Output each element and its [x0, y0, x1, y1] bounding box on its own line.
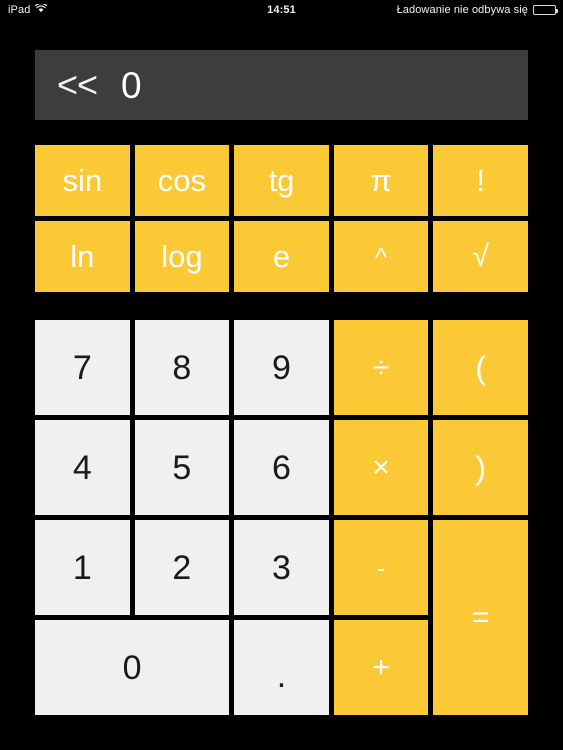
- digit-5-key[interactable]: 5: [134, 420, 230, 515]
- digit-8-key[interactable]: 8: [134, 320, 230, 415]
- equals-key[interactable]: =: [433, 520, 528, 715]
- open-paren-key[interactable]: (: [433, 320, 528, 415]
- digit-3-key[interactable]: 3: [234, 520, 329, 615]
- digit-1-key[interactable]: 1: [35, 520, 130, 615]
- calculator-display: << 0: [35, 50, 528, 120]
- status-bar-right: Ładowanie nie odbywa się: [396, 4, 558, 16]
- digit-9-key[interactable]: 9: [234, 320, 329, 415]
- digit-0-key[interactable]: 0: [35, 620, 230, 715]
- battery-status-label: Ładowanie nie odbywa się: [396, 4, 528, 16]
- calculator-app: iPad 14:51 Ładowanie nie odbywa się << 0…: [0, 0, 563, 750]
- cos-key[interactable]: cos: [134, 145, 230, 216]
- factorial-key[interactable]: !: [433, 145, 528, 216]
- divide-key[interactable]: ÷: [333, 320, 429, 415]
- log-key[interactable]: log: [134, 221, 230, 292]
- decimal-point-key[interactable]: .: [234, 620, 329, 715]
- digit-7-key[interactable]: 7: [35, 320, 130, 415]
- minus-key[interactable]: -: [333, 520, 429, 615]
- battery-icon: [533, 5, 558, 15]
- close-paren-key[interactable]: ): [433, 420, 528, 515]
- digit-4-key[interactable]: 4: [35, 420, 130, 515]
- sin-key[interactable]: sin: [35, 145, 130, 216]
- number-keypad: 7 8 9 ÷ ( 4 5 6 × ) 1 2 3 - = 0 . +: [35, 320, 528, 715]
- backspace-button[interactable]: <<: [57, 67, 98, 103]
- digit-2-key[interactable]: 2: [134, 520, 230, 615]
- euler-key[interactable]: e: [234, 221, 329, 292]
- natural-log-key[interactable]: ln: [35, 221, 130, 292]
- status-bar: iPad 14:51 Ładowanie nie odbywa się: [0, 0, 563, 20]
- tangent-key[interactable]: tg: [234, 145, 329, 216]
- pi-key[interactable]: π: [333, 145, 429, 216]
- display-value: 0: [121, 64, 142, 106]
- power-key[interactable]: ^: [333, 221, 429, 292]
- plus-key[interactable]: +: [333, 620, 429, 715]
- digit-6-key[interactable]: 6: [234, 420, 329, 515]
- multiply-key[interactable]: ×: [333, 420, 429, 515]
- square-root-key[interactable]: √: [433, 221, 528, 292]
- function-keypad: sin cos tg π ! ln log e ^ √: [35, 145, 528, 292]
